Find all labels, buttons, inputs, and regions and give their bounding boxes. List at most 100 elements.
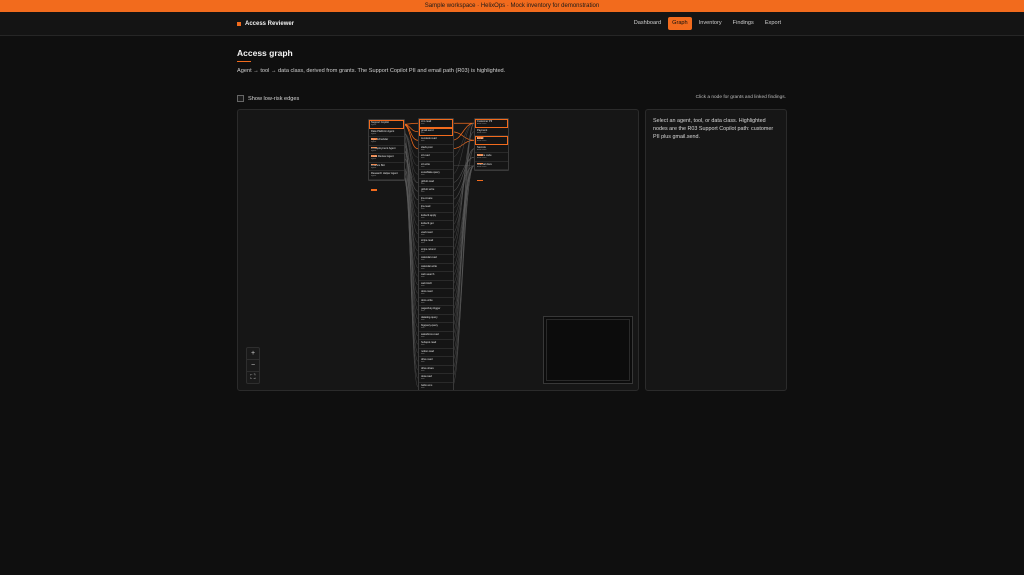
data-class-node[interactable]: Customer PII data class: [475, 119, 508, 139]
tool-node-type: tool: [421, 182, 425, 185]
low-risk-toggle-label: Show low-risk edges: [248, 95, 300, 102]
agent-node[interactable]: Support Copilot agent: [369, 120, 404, 140]
agent-tool-edge: [402, 141, 419, 319]
tool-node[interactable]: okta.read tool: [419, 374, 453, 383]
data-class-risk-badge: [477, 179, 483, 182]
low-risk-toggle[interactable]: Show low-risk edges: [237, 95, 299, 102]
tool-node[interactable]: docs.read tool: [419, 289, 453, 298]
tool-node[interactable]: twilio.sms tool: [419, 383, 453, 391]
tool-node[interactable]: salesforce.read tool: [419, 332, 453, 340]
agent-node[interactable]: Code Review Agent agent: [369, 154, 404, 163]
tool-node[interactable]: pagerduty.trigger tool: [419, 306, 453, 315]
nav-links: Dashboard Graph Inventory Findings Expor…: [630, 17, 785, 30]
tool-node-type: tool: [421, 259, 425, 261]
nav-findings[interactable]: Findings: [729, 17, 758, 30]
tool-node[interactable]: docs.write tool: [419, 298, 453, 306]
agent-node[interactable]: Finance Bot agent: [369, 163, 404, 171]
page-title: Access graph: [237, 48, 293, 58]
tool-node-type: tool: [421, 250, 425, 253]
tool-node[interactable]: calendar.write tool: [419, 264, 453, 272]
tool-node[interactable]: drive.read tool: [419, 357, 453, 366]
data-class-node[interactable]: Payment data class: [475, 128, 508, 136]
brand[interactable]: Access Reviewer: [237, 12, 294, 35]
data-class-node[interactable]: Internal docs data class: [475, 162, 508, 182]
agent-tool-edge: [402, 149, 419, 226]
nav-inventory[interactable]: Inventory: [695, 17, 726, 30]
tool-node[interactable]: jira.read tool: [419, 204, 453, 213]
tool-node-type: tool: [421, 344, 425, 346]
data-class-node[interactable]: Secrets data class: [475, 145, 508, 165]
brand-logo-icon: [237, 21, 241, 26]
top-navbar: Access Reviewer Dashboard Graph Inventor…: [0, 12, 1024, 36]
tool-node[interactable]: jira.create tool: [419, 196, 453, 204]
tool-node[interactable]: drive.share tool: [419, 366, 453, 374]
tool-node[interactable]: stripe.refund tool: [419, 247, 453, 255]
tool-node-type: tool: [421, 242, 425, 244]
data-class-node-type: data class: [477, 165, 487, 168]
agent-node[interactable]: Ops Scheduler agent: [369, 137, 404, 157]
data-class-node-type: data class: [477, 131, 487, 134]
tool-data-edge: [451, 123, 475, 387]
data-class-node-type: data class: [477, 123, 487, 125]
tool-node[interactable]: kubectl.get tool: [419, 221, 453, 230]
tool-node[interactable]: notion.read tool: [419, 349, 453, 357]
tool-node-type: tool: [421, 386, 425, 389]
page-description: Agent → tool → data class, derived from …: [237, 68, 506, 74]
tool-node[interactable]: web.search tool: [419, 272, 453, 281]
zoom-in-button[interactable]: +: [247, 348, 259, 360]
agent-tool-edge: [402, 122, 419, 125]
zoom-out-button[interactable]: −: [247, 360, 259, 372]
zoom-controls: + − ⛶: [246, 347, 260, 384]
agent-node-type: agent: [371, 175, 377, 177]
agent-node[interactable]: CI Deployment Agent agent: [369, 146, 404, 166]
data-class-column: Customer PII data class Payment data class E…: [474, 118, 509, 182]
tool-node-type: tool: [421, 131, 425, 134]
tool-node[interactable]: s3.write tool: [419, 162, 453, 170]
tool-node-type: tool: [421, 310, 425, 312]
agent-node-type: agent: [371, 166, 377, 169]
tool-node[interactable]: web.fetch tool: [419, 281, 453, 289]
tool-node[interactable]: bigquery.query tool: [419, 323, 453, 332]
details-panel-text: Select an agent, tool, or data class. Hi…: [653, 118, 774, 140]
tool-node[interactable]: gmail.send tool: [419, 127, 453, 136]
tool-node[interactable]: crm.read tool: [419, 119, 453, 128]
tool-node-type: tool: [421, 369, 425, 372]
tool-data-edge: [451, 165, 475, 260]
low-risk-checkbox[interactable]: [237, 95, 244, 102]
tool-node[interactable]: github.write tool: [419, 187, 453, 196]
tool-node-type: tool: [421, 293, 425, 295]
data-class-node[interactable]: Email data class: [475, 136, 508, 156]
nav-dashboard[interactable]: Dashboard: [630, 17, 665, 30]
nav-export[interactable]: Export: [761, 17, 785, 30]
minimap[interactable]: [543, 316, 633, 384]
tool-node-type: tool: [421, 148, 425, 151]
tool-node-type: tool: [421, 378, 425, 380]
tool-node[interactable]: snowflake.query tool: [419, 170, 453, 179]
tool-node-type: tool: [421, 208, 425, 210]
agent-risk-badge: [371, 189, 377, 191]
tool-node[interactable]: datadog.query tool: [419, 315, 453, 323]
tool-data-edge: [451, 123, 475, 345]
tool-node[interactable]: calendar.read tool: [419, 255, 453, 264]
data-class-node[interactable]: Source code data class: [475, 153, 508, 162]
agent-node[interactable]: Research Helper Agent agent: [369, 171, 404, 191]
tool-node[interactable]: slack.post tool: [419, 145, 453, 153]
nav-graph[interactable]: Graph: [668, 17, 692, 30]
tool-node[interactable]: vault.read tool: [419, 230, 453, 238]
tool-node-type: tool: [421, 123, 425, 125]
tool-node[interactable]: s3.read tool: [419, 153, 453, 162]
graph-canvas[interactable]: Support Copilot agent Data Platform Agent a…: [237, 109, 639, 391]
tool-node[interactable]: hubspot.read tool: [419, 340, 453, 349]
tool-node[interactable]: github.read tool: [419, 179, 453, 187]
tool-node[interactable]: stripe.read tool: [419, 238, 453, 247]
tool-node[interactable]: kubectl.apply tool: [419, 213, 453, 221]
tool-data-edge: [451, 165, 475, 353]
agent-node-type: agent: [371, 149, 377, 152]
tool-node[interactable]: zendesk.read tool: [419, 136, 453, 145]
minimap-viewport[interactable]: [546, 319, 630, 381]
title-underline: [237, 61, 251, 62]
fit-view-button[interactable]: ⛶: [247, 372, 259, 383]
agent-node[interactable]: Data Platform Agent agent: [369, 129, 404, 149]
tool-node-type: tool: [421, 225, 425, 227]
graph-hint: Click a node for grants and linked findi…: [695, 95, 786, 100]
